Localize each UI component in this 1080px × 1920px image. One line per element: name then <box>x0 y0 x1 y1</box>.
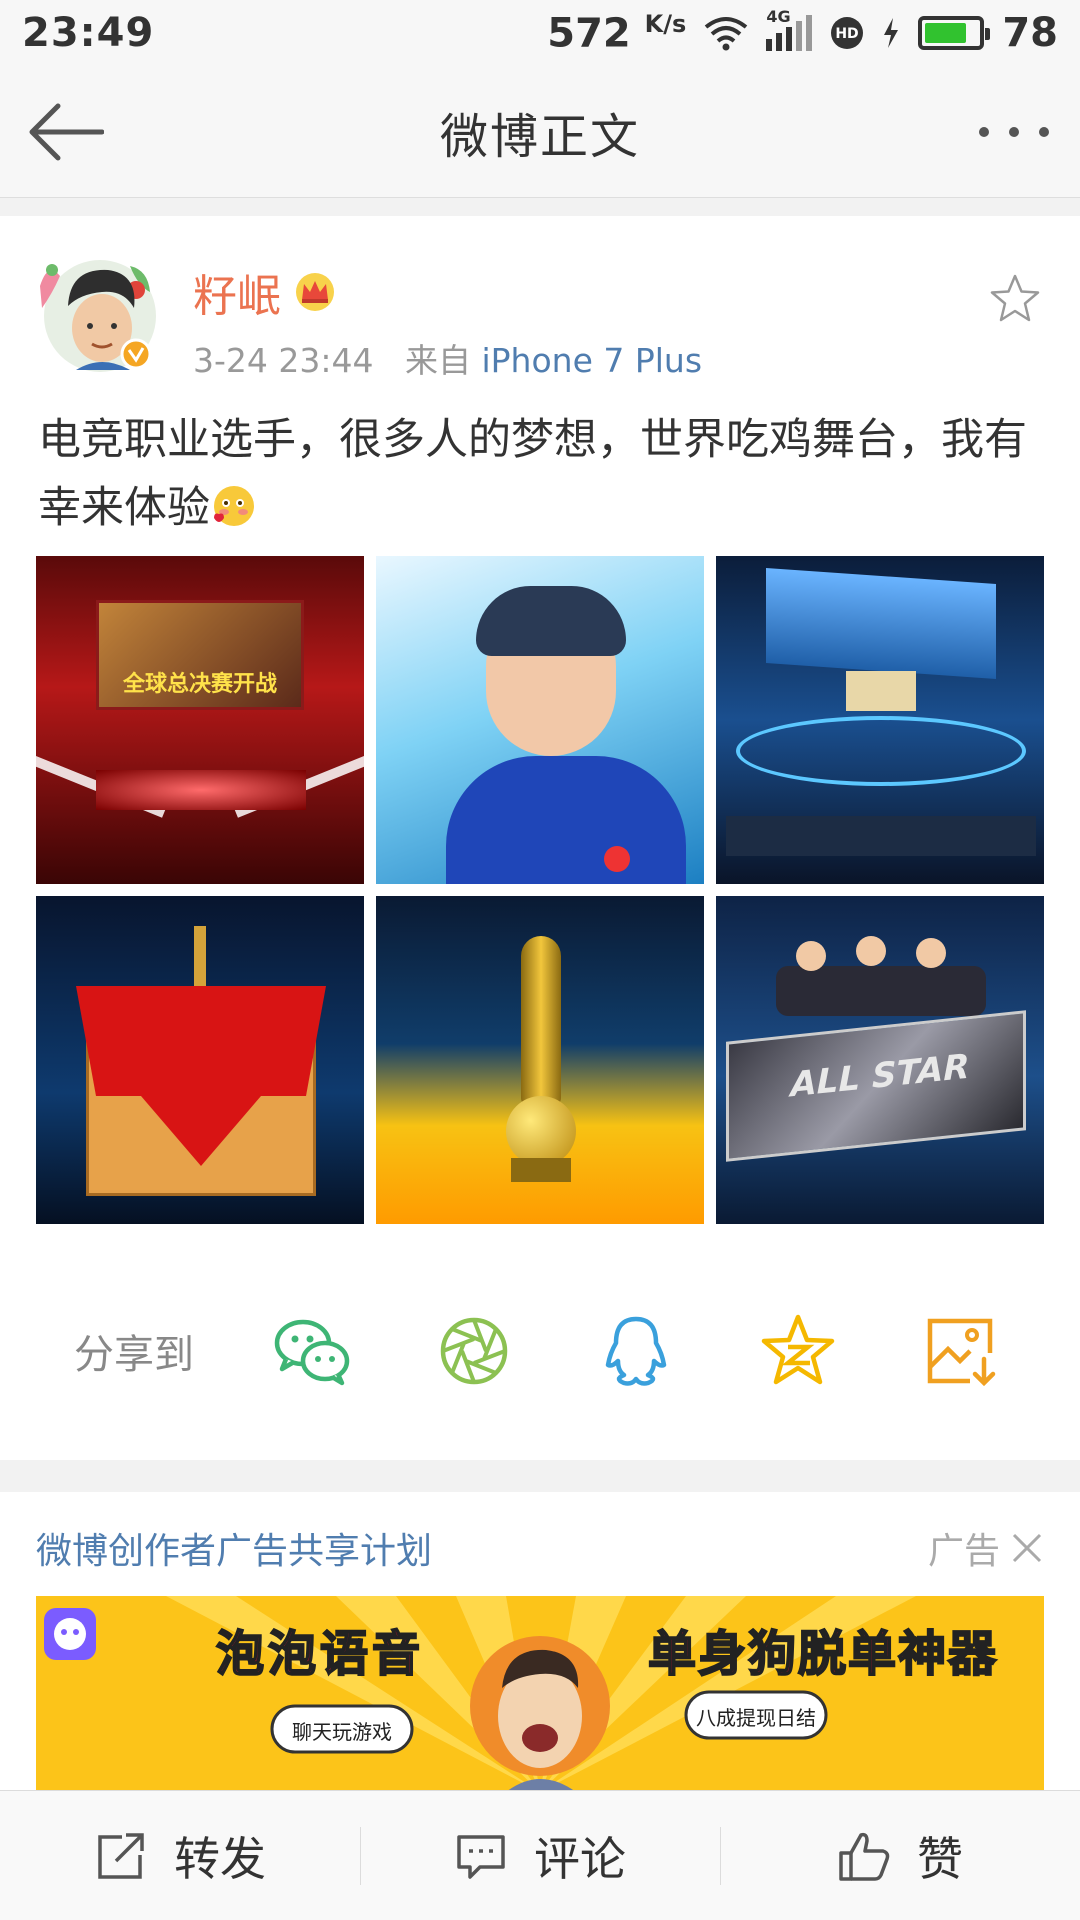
comment-button[interactable]: 评论 <box>360 1791 720 1920</box>
ad-banner-bubble-left: 聊天玩游戏 <box>292 1720 392 1744</box>
battery-level: 78 <box>1002 9 1058 56</box>
photo-2[interactable] <box>376 556 704 884</box>
charging-icon <box>884 17 899 48</box>
wifi-icon <box>705 16 748 51</box>
photo-4[interactable] <box>36 896 364 1224</box>
network-speed-unit: K/s <box>644 9 687 38</box>
photo-grid: 全球总决赛开战 ALL STAR <box>36 556 1044 1224</box>
status-right: 572 K/s 4G HD 78 <box>547 7 1058 56</box>
screen: 23:49 572 K/s 4G HD 78 微博正文 籽岷 3-24 23:4… <box>0 0 1080 1920</box>
ad-label: 广告 <box>927 1531 1000 1572</box>
ad-banner-left-text: 泡泡语音 <box>215 1625 425 1683</box>
ad-banner-bubble-right: 八成提现日结 <box>696 1706 816 1730</box>
hd-icon: HD <box>831 16 864 49</box>
photo-6[interactable]: ALL STAR <box>716 896 1044 1224</box>
repost-icon <box>98 1832 144 1879</box>
repost-button[interactable]: 转发 <box>0 1791 360 1920</box>
status-bar: 23:49 572 K/s 4G HD 78 <box>0 0 1080 66</box>
thumbs-up-icon <box>839 1832 890 1881</box>
back-arrow-icon[interactable] <box>28 100 104 164</box>
avatar[interactable] <box>30 246 160 376</box>
post-text-body: 电竞职业选手，很多人的梦想，世界吃鸡舞台，我有幸来体验 <box>38 415 1027 533</box>
share-label: 分享到 <box>74 1332 194 1378</box>
ad-card[interactable]: 微博创作者广告共享计划 广告 泡泡语音 单身狗脱单神器 聊天玩游戏 八成提现日结 <box>0 1492 1080 1792</box>
blush-heart-emoji-icon <box>214 486 254 526</box>
ad-tag[interactable]: 广告 <box>928 1522 1044 1574</box>
wechat-icon[interactable] <box>272 1311 352 1391</box>
comment-label: 评论 <box>534 1831 626 1886</box>
photo-3[interactable] <box>716 556 1044 884</box>
moments-icon[interactable] <box>434 1311 514 1391</box>
more-dots-icon[interactable] <box>976 116 1052 148</box>
photo-1[interactable]: 全球总决赛开战 <box>36 556 364 884</box>
qq-icon[interactable] <box>596 1311 676 1391</box>
network-speed-value: 572 <box>547 10 631 57</box>
comment-icon <box>457 1834 505 1879</box>
battery-icon <box>918 15 991 50</box>
ad-banner-right-text: 单身狗脱单神器 <box>647 1625 999 1683</box>
like-button[interactable]: 赞 <box>720 1791 1080 1920</box>
post-meta: 3-24 23:44 来自 iPhone 7 Plus <box>193 334 702 382</box>
signal-icon: 4G <box>766 7 813 51</box>
svg-text:HD: HD <box>836 26 859 42</box>
save-image-icon[interactable] <box>920 1311 1000 1391</box>
like-label: 赞 <box>917 1831 963 1886</box>
nav-bar: 微博正文 <box>0 66 1080 198</box>
close-x-icon[interactable] <box>1010 1531 1044 1565</box>
photo-1-caption: 全球总决赛开战 <box>122 672 277 697</box>
ad-banner[interactable]: 泡泡语音 单身狗脱单神器 聊天玩游戏 八成提现日结 <box>36 1596 1044 1792</box>
crown-icon <box>296 273 334 311</box>
status-time: 23:49 <box>22 10 155 56</box>
star-outline-icon[interactable] <box>988 272 1042 326</box>
post-text: 电竞职业选手，很多人的梦想，世界吃鸡舞台，我有幸来体验 <box>38 406 1048 542</box>
post-author[interactable]: 籽岷 <box>193 260 337 324</box>
post-time: 3-24 23:44 <box>193 341 374 380</box>
source-prefix: 来自 <box>404 341 471 380</box>
network-speed: 572 K/s <box>547 10 686 56</box>
qzone-icon[interactable] <box>758 1311 838 1391</box>
photo-5[interactable] <box>376 896 704 1224</box>
ad-title[interactable]: 微博创作者广告共享计划 <box>36 1522 432 1574</box>
share-row: 分享到 <box>0 1276 1080 1426</box>
page-title: 微博正文 <box>439 108 640 165</box>
weibo-post: 籽岷 3-24 23:44 来自 iPhone 7 Plus 电竞职业选手，很多… <box>0 216 1080 1460</box>
repost-label: 转发 <box>174 1831 266 1886</box>
verified-v-icon <box>120 338 152 370</box>
bottom-action-bar: 转发 评论 赞 <box>0 1790 1080 1920</box>
post-source[interactable]: iPhone 7 Plus <box>481 341 702 380</box>
network-type: 4G <box>766 6 791 26</box>
author-name[interactable]: 籽岷 <box>193 260 281 324</box>
